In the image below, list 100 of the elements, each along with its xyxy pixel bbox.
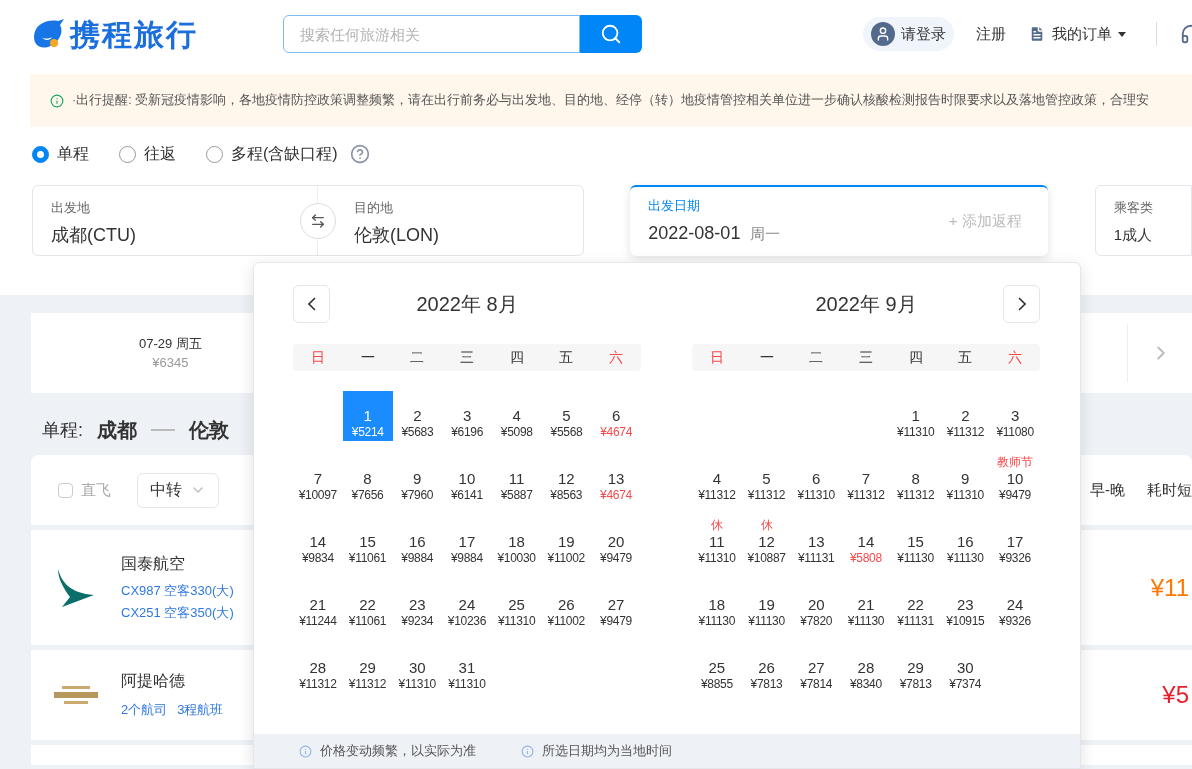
search-button[interactable] [580, 15, 642, 53]
date-field[interactable]: 出发日期 2022-08-01 周一 + 添加返程 [630, 185, 1048, 256]
calendar-day[interactable]: 15 ¥11130 [890, 517, 941, 567]
calendar-day[interactable]: 17 ¥9326 [990, 517, 1040, 567]
calendar-day[interactable]: 12 ¥8563 [541, 454, 592, 504]
trip-type-radio[interactable]: 往返 [119, 142, 176, 166]
calendar-day[interactable]: 28 ¥11312 [293, 643, 343, 693]
calendar-day[interactable]: 26 ¥11002 [541, 580, 592, 630]
day-number: 4 [512, 407, 521, 425]
register-link[interactable]: 注册 [976, 22, 1006, 46]
calendar-day[interactable]: 23 ¥9234 [392, 580, 443, 630]
calendar-day[interactable]: 15 ¥11061 [342, 517, 393, 567]
day-price: ¥5683 [401, 425, 434, 439]
calendar-day[interactable]: 17 ¥9884 [442, 517, 492, 567]
calendar-day[interactable]: 27 ¥7814 [791, 643, 842, 693]
flight-price: ¥11 [1150, 572, 1189, 603]
calendar-day[interactable]: 8 ¥11312 [890, 454, 941, 504]
calendar-day[interactable]: 1 ¥11310 [890, 391, 941, 441]
calendar-day[interactable]: 14 ¥9834 [293, 517, 343, 567]
prev-month-button[interactable] [293, 285, 330, 323]
calendar-day[interactable]: 7 ¥11312 [841, 454, 891, 504]
month-title: 2022年 8月 [416, 292, 518, 317]
calendar-day[interactable]: 休 12 ¥10887 [741, 517, 792, 567]
trip-type-radio[interactable]: 单程 [32, 142, 89, 166]
caret-icon [1118, 31, 1126, 37]
calendar-day[interactable]: 30 ¥11310 [392, 643, 443, 693]
calendar-day[interactable]: 22 ¥11061 [342, 580, 393, 630]
help-icon[interactable] [349, 144, 370, 164]
calendar-day[interactable]: 21 ¥11244 [293, 580, 343, 630]
calendar-day[interactable]: 25 ¥8855 [692, 643, 742, 693]
calendar-day[interactable]: 4 ¥5098 [491, 391, 542, 441]
day-price: ¥9479 [999, 488, 1031, 502]
calendar-day[interactable]: 24 ¥9326 [990, 580, 1040, 630]
search-field[interactable]: 搜索任何旅游相关 [283, 15, 580, 53]
next-month-button[interactable] [1003, 285, 1040, 323]
calendar-day[interactable]: 29 ¥7813 [890, 643, 941, 693]
calendar-day[interactable]: 27 ¥9479 [591, 580, 641, 630]
calendar-day[interactable]: 9 ¥11310 [940, 454, 991, 504]
flight-info-link[interactable]: CX251 空客350(大) [121, 601, 234, 624]
flight-info-link[interactable]: 3程航班 [177, 699, 224, 721]
calendar-day[interactable]: 18 ¥11130 [692, 580, 742, 630]
calendar-day[interactable]: 6 ¥4674 [591, 391, 641, 441]
calendar-day[interactable]: 30 ¥7374 [940, 643, 991, 693]
info-icon [299, 744, 312, 758]
calendar-day[interactable]: 2 ¥11312 [940, 391, 991, 441]
calendar-day[interactable]: 16 ¥11130 [940, 517, 991, 567]
calendar-day[interactable]: 26 ¥7813 [741, 643, 792, 693]
calendar-day[interactable]: 18 ¥10030 [491, 517, 542, 567]
transfer-dropdown[interactable]: 中转 [137, 472, 219, 508]
day-price: ¥6196 [451, 425, 484, 439]
weekday-label: 五 [558, 348, 575, 367]
calendar-day[interactable]: 23 ¥10915 [940, 580, 991, 630]
strip-date[interactable]: 07-29 周五 [139, 333, 202, 353]
calendar-day[interactable]: 休 11 ¥11310 [692, 517, 742, 567]
calendar-day[interactable]: 25 ¥11310 [491, 580, 542, 630]
calendar-day[interactable]: 13 ¥11131 [791, 517, 842, 567]
calendar-day[interactable]: 3 ¥6196 [442, 391, 492, 441]
day-number: 10 [1006, 470, 1024, 488]
calendar-day[interactable]: 31 ¥11310 [442, 643, 492, 693]
flight-info-link[interactable]: 2个航司 [121, 699, 168, 721]
calendar-day[interactable]: 19 ¥11130 [741, 580, 792, 630]
calendar-day[interactable]: 2 ¥5683 [392, 391, 443, 441]
calendar-day[interactable]: 教师节 10 ¥9479 [990, 454, 1040, 504]
day-price: ¥11310 [698, 551, 736, 565]
sort-option[interactable]: 耗时短 [1147, 478, 1192, 502]
logo-text[interactable]: 携程旅行 [70, 11, 198, 57]
calendar-day[interactable]: 20 ¥9479 [591, 517, 641, 567]
weekday-label: 三 [458, 348, 475, 367]
calendar-day[interactable]: 22 ¥11131 [890, 580, 941, 630]
calendar-day[interactable]: 19 ¥11002 [541, 517, 592, 567]
trip-type-radio[interactable]: 多程(含缺口程) [206, 142, 338, 166]
calendar-day[interactable]: 8 ¥7656 [342, 454, 393, 504]
swap-button[interactable] [300, 203, 336, 239]
passenger-field[interactable]: 乘客类 1成人 [1094, 185, 1192, 256]
weekday-label: 日 [309, 348, 326, 367]
flight-info-link[interactable]: CX987 空客330(大) [121, 579, 234, 602]
orders-menu[interactable]: 我的订单 [1028, 22, 1126, 46]
calendar-day[interactable]: 6 ¥11310 [791, 454, 842, 504]
calendar-day[interactable]: 7 ¥10097 [293, 454, 343, 504]
calendar-day[interactable]: 5 ¥11312 [741, 454, 792, 504]
day-price: ¥9479 [600, 614, 632, 628]
sort-option[interactable]: 早-晚 [1090, 478, 1125, 502]
calendar-day[interactable]: 16 ¥9884 [392, 517, 443, 567]
day-number: 6 [612, 407, 621, 425]
calendar-day[interactable]: 24 ¥10236 [442, 580, 492, 630]
calendar-day[interactable]: 11 ¥5887 [491, 454, 542, 504]
calendar-day[interactable]: 9 ¥7960 [392, 454, 443, 504]
calendar-day[interactable]: 3 ¥11080 [990, 391, 1040, 441]
calendar-day[interactable]: 14 ¥5808 [841, 517, 891, 567]
calendar-day[interactable]: 13 ¥4674 [591, 454, 641, 504]
calendar-day[interactable]: 29 ¥11312 [342, 643, 393, 693]
calendar-day[interactable]: 28 ¥8340 [841, 643, 891, 693]
day-number: 21 [309, 596, 327, 614]
calendar-day[interactable]: 5 ¥5568 [541, 391, 592, 441]
calendar-day[interactable]: 21 ¥11130 [841, 580, 891, 630]
day-number: 5 [562, 407, 571, 425]
calendar-day[interactable]: 20 ¥7820 [791, 580, 842, 630]
login-button[interactable]: 请登录 [863, 17, 954, 51]
calendar-day[interactable]: 10 ¥6141 [442, 454, 492, 504]
calendar-day[interactable]: 4 ¥11312 [692, 454, 742, 504]
